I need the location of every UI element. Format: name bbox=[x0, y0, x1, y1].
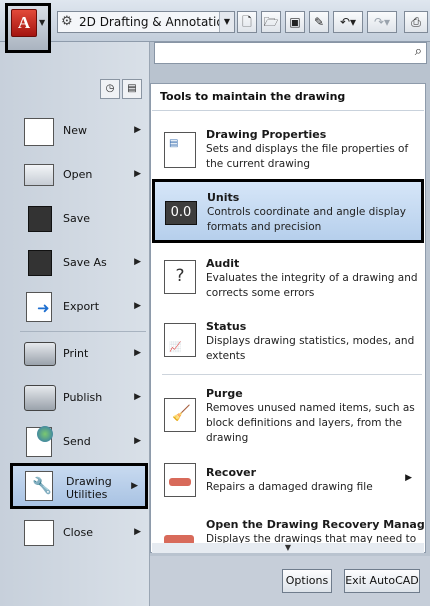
menu-item-publish[interactable]: Publish ▶ bbox=[10, 377, 148, 421]
menu-item-label: Open bbox=[63, 168, 93, 181]
autocad-logo-icon: A bbox=[11, 9, 37, 37]
properties-icon: ▤ bbox=[164, 132, 196, 168]
chevron-right-icon: ▶ bbox=[134, 301, 141, 311]
tool-description: Evaluates the integrity of a drawing and… bbox=[206, 272, 418, 299]
chevron-down-icon: ▼ bbox=[39, 18, 46, 27]
scroll-down-icon[interactable]: ▼ bbox=[152, 543, 424, 553]
search-input[interactable]: ⌕ bbox=[154, 42, 427, 64]
menu-item-print[interactable]: Print ▶ bbox=[10, 333, 148, 377]
panel-title: Tools to maintain the drawing bbox=[160, 90, 346, 103]
menu-item-open[interactable]: Open ▶ bbox=[10, 154, 148, 198]
send-icon bbox=[26, 426, 53, 457]
units-icon: 0.0 bbox=[165, 201, 197, 225]
menu-item-send[interactable]: Send ▶ bbox=[10, 421, 148, 465]
chevron-right-icon: ▶ bbox=[134, 527, 141, 537]
chevron-right-icon: ▶ bbox=[134, 125, 141, 135]
gear-icon: ⚙ bbox=[61, 14, 73, 29]
folder-icon bbox=[24, 164, 54, 186]
menu-item-label: Publish bbox=[63, 391, 103, 404]
tool-separator bbox=[162, 374, 422, 375]
exit-autocad-button[interactable]: Exit AutoCAD bbox=[344, 569, 420, 593]
tool-description: Controls coordinate and angle display fo… bbox=[207, 206, 406, 233]
menu-item-label: Send bbox=[63, 435, 91, 448]
menu-item-label: New bbox=[63, 124, 87, 137]
menu-separator bbox=[20, 331, 146, 332]
menu-item-label: Save As bbox=[63, 256, 107, 269]
new-document-icon bbox=[24, 118, 54, 146]
chevron-right-icon: ▶ bbox=[134, 257, 141, 267]
workspace-label: 2D Drafting & Annotation bbox=[79, 15, 232, 29]
status-icon: 📈 bbox=[164, 323, 196, 357]
export-icon: ➜ bbox=[26, 292, 52, 322]
redo-icon[interactable]: ↷▾ bbox=[367, 11, 397, 33]
save-icon[interactable]: ▣ bbox=[285, 11, 305, 33]
menu-item-new[interactable]: New ▶ bbox=[10, 110, 148, 154]
tool-name: Purge bbox=[206, 387, 243, 400]
wrench-icon: 🔧 bbox=[25, 471, 53, 501]
recover-icon bbox=[164, 463, 196, 497]
recent-documents-icon[interactable]: ◷ bbox=[100, 79, 120, 99]
new-file-icon[interactable]: 🗋 bbox=[237, 11, 257, 33]
menu-item-drawing-utilities[interactable]: 🔧 Drawing Utilities ▶ bbox=[10, 463, 148, 509]
chevron-right-icon: ▶ bbox=[405, 473, 412, 483]
recent-view-toggles: ◷ ▤ bbox=[100, 79, 146, 99]
tool-name: Open the Drawing Recovery Manager bbox=[206, 518, 424, 531]
purge-icon: 🧹 bbox=[164, 398, 196, 432]
printer-icon bbox=[24, 342, 56, 366]
chevron-down-icon[interactable]: ▼ bbox=[219, 12, 234, 32]
application-menu-button[interactable]: A ▼ bbox=[5, 3, 51, 53]
menu-item-save[interactable]: Save bbox=[10, 198, 148, 242]
menu-item-save-as[interactable]: Save As ▶ bbox=[10, 242, 148, 286]
panel-title-divider bbox=[152, 110, 424, 111]
menu-item-label: Drawing Utilities bbox=[66, 475, 112, 501]
tool-name: Recover bbox=[206, 466, 257, 479]
open-folder-icon[interactable]: 🗁 bbox=[261, 11, 281, 33]
workspace-switcher[interactable]: ⚙ 2D Drafting & Annotation ▼ bbox=[57, 11, 235, 33]
tool-description: Removes unused named items, such as bloc… bbox=[206, 402, 415, 444]
floppy-disk-icon bbox=[28, 206, 52, 232]
menu-item-label: Export bbox=[63, 300, 100, 313]
options-button[interactable]: Options bbox=[282, 569, 332, 593]
tool-name: Units bbox=[207, 191, 240, 204]
print-icon[interactable]: ⎙ bbox=[404, 11, 428, 33]
menu-item-export[interactable]: ➜ Export ▶ bbox=[10, 286, 148, 330]
audit-icon: ? bbox=[164, 260, 196, 294]
publish-icon bbox=[24, 385, 56, 411]
chevron-right-icon: ▶ bbox=[134, 348, 141, 358]
menu-item-label: Save bbox=[63, 212, 91, 225]
menu-item-label: Print bbox=[63, 347, 89, 360]
close-document-icon bbox=[24, 520, 54, 546]
tool-units[interactable]: 0.0 Units Controls coordinate and angle … bbox=[152, 179, 424, 243]
recovery-manager-icon bbox=[164, 535, 194, 543]
tool-name: Audit bbox=[206, 257, 240, 270]
chevron-right-icon: ▶ bbox=[134, 392, 141, 402]
tool-description: Repairs a damaged drawing file bbox=[206, 481, 373, 493]
tool-recovery-manager[interactable]: Open the Drawing Recovery Manager Displa… bbox=[152, 511, 424, 543]
globe-icon bbox=[37, 426, 53, 442]
open-documents-icon[interactable]: ▤ bbox=[122, 79, 142, 99]
tool-audit[interactable]: ? Audit Evaluates the integrity of a dra… bbox=[152, 250, 424, 306]
menu-item-label: Close bbox=[63, 526, 93, 539]
save-as-icon bbox=[28, 250, 52, 276]
search-icon: ⌕ bbox=[414, 44, 422, 59]
tool-recover[interactable]: Recover Repairs a damaged drawing file ▶ bbox=[152, 459, 424, 503]
undo-icon[interactable]: ↶▾ bbox=[333, 11, 363, 33]
save-as-icon[interactable]: ✎ bbox=[309, 11, 329, 33]
chevron-right-icon: ▶ bbox=[134, 436, 141, 446]
tool-description: Displays drawing statistics, modes, and … bbox=[206, 335, 415, 362]
tool-purge[interactable]: 🧹 Purge Removes unused named items, such… bbox=[152, 380, 424, 450]
tool-description: Displays the drawings that may need to bbox=[206, 533, 417, 543]
menu-item-close[interactable]: Close ▶ bbox=[10, 512, 148, 556]
tool-status[interactable]: 📈 Status Displays drawing statistics, mo… bbox=[152, 313, 424, 371]
tool-name: Status bbox=[206, 320, 247, 333]
tool-drawing-properties[interactable]: ▤ Drawing Properties Sets and displays t… bbox=[152, 122, 424, 180]
tool-name: Drawing Properties bbox=[206, 128, 327, 141]
tool-description: Sets and displays the file properties of… bbox=[206, 143, 409, 170]
arrow-right-icon: ➜ bbox=[37, 299, 50, 317]
chevron-right-icon: ▶ bbox=[134, 169, 141, 179]
chevron-right-icon: ▶ bbox=[131, 481, 138, 491]
